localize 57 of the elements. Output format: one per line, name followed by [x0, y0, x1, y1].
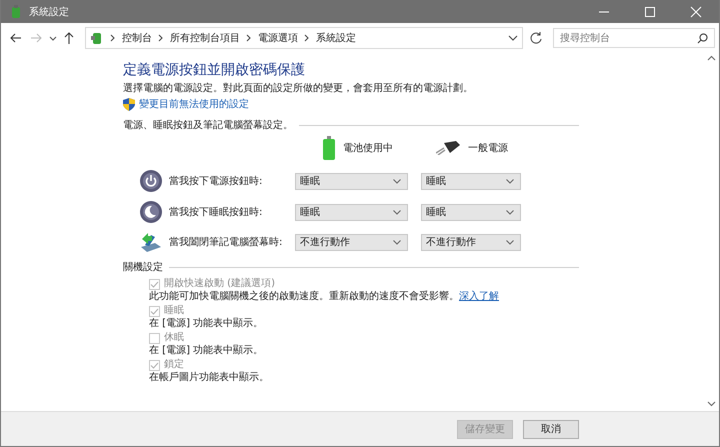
- chevron-icon: [158, 34, 164, 42]
- caret-icon: [393, 178, 401, 184]
- back-icon[interactable]: [9, 31, 23, 45]
- breadcrumb[interactable]: 所有控制台項目: [170, 31, 240, 45]
- caret-icon[interactable]: [508, 33, 518, 43]
- row-label: 當我闔閉筆記電腦螢幕時:: [169, 236, 284, 249]
- caret-icon: [506, 210, 514, 214]
- caret-icon: [506, 178, 514, 184]
- search-field[interactable]: 搜尋控制台: [553, 28, 715, 48]
- refresh-icon[interactable]: [529, 31, 543, 45]
- dropdown[interactable]: 睡眠: [295, 172, 408, 190]
- scroll-up-icon[interactable]: [707, 55, 716, 61]
- dropdown[interactable]: 睡眠: [421, 172, 521, 190]
- breadcrumb[interactable]: 電源選項: [258, 31, 298, 45]
- page-heading: 定義電源按鈕並開啟密碼保護: [123, 61, 306, 79]
- up-icon[interactable]: [63, 31, 75, 45]
- plug-icon: [436, 141, 460, 155]
- option-label: 休眠: [164, 332, 184, 344]
- option-label: 睡眠: [164, 305, 184, 317]
- option-description: 在 [電源] 功能表中顯示。: [149, 345, 264, 356]
- section-title: 關機設定: [123, 260, 163, 274]
- section-title: 電源、睡眠按鈕及筆記電腦螢幕設定。: [123, 118, 293, 132]
- dropdown[interactable]: 睡眠: [421, 204, 521, 220]
- search-icon[interactable]: [697, 33, 708, 44]
- chevron-icon: [304, 34, 310, 42]
- description: 選擇電腦的電源設定。對此頁面的設定所做的變更，會套用至所有的電源計劃。: [123, 82, 474, 95]
- scroll-down-icon[interactable]: [707, 401, 716, 407]
- option-description: 在 [電源] 功能表中顯示。: [149, 318, 264, 329]
- address-bar[interactable]: 控制台 所有控制台項目 電源選項 系統設定: [85, 27, 523, 49]
- battery-icon: [323, 136, 335, 160]
- power-button-icon: [139, 169, 163, 193]
- option-label: 開啟快速啟動 (建議選項): [164, 278, 275, 290]
- chevron-icon: [110, 34, 116, 42]
- laptop-lid-icon: [139, 231, 163, 253]
- breadcrumb[interactable]: 系統設定: [316, 31, 356, 45]
- shield-icon: [123, 98, 135, 110]
- dropdown[interactable]: 不進行動作: [421, 234, 521, 250]
- dropdown[interactable]: 睡眠: [295, 204, 408, 220]
- option-label: 鎖定: [164, 359, 184, 371]
- option-description: 此功能可加快電腦關機之後的啟動速度。重新啟動的速度不會受影響。: [149, 291, 459, 302]
- chevron-icon: [246, 34, 252, 42]
- column-header: 一般電源: [468, 142, 508, 155]
- caret-icon: [393, 210, 401, 214]
- dropdown[interactable]: 不進行動作: [295, 234, 408, 250]
- control-panel-icon: [90, 31, 104, 45]
- cancel-button[interactable]: 取消: [523, 420, 579, 438]
- row-label: 當我按下睡眠按鈕時:: [169, 206, 264, 219]
- row-label: 當我按下電源按鈕時:: [169, 174, 264, 188]
- admin-settings-link[interactable]: 變更目前無法使用的設定: [139, 97, 249, 111]
- option-description: 在帳戶圖片功能表中顯示。: [149, 372, 269, 383]
- column-header: 電池使用中: [343, 142, 393, 155]
- app-icon: [9, 4, 23, 18]
- sleep-button-icon: [139, 200, 163, 224]
- caret-icon: [393, 240, 401, 244]
- caret-icon: [506, 240, 514, 244]
- breadcrumb[interactable]: 控制台: [122, 31, 152, 45]
- window-title: 系統設定: [29, 6, 69, 18]
